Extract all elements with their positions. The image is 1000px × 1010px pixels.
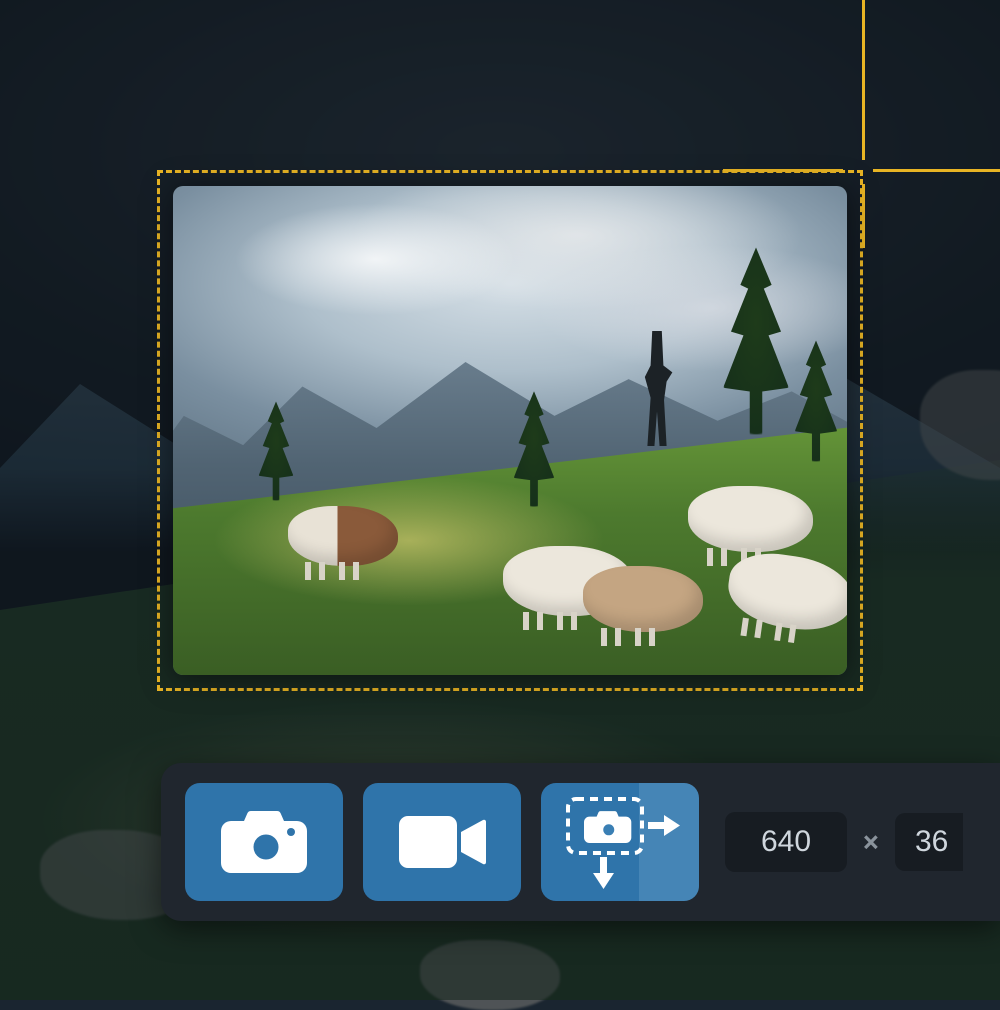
camera-selection-export-icon bbox=[550, 787, 690, 897]
crosshair-vertical-line bbox=[862, 0, 865, 160]
crosshair-horizontal-line bbox=[873, 169, 1000, 172]
height-input[interactable] bbox=[895, 813, 963, 871]
capture-selection-export-button[interactable] bbox=[541, 783, 699, 901]
capture-toolbar: × bbox=[161, 763, 1000, 921]
selection-preview bbox=[173, 186, 847, 675]
record-video-button[interactable] bbox=[363, 783, 521, 901]
width-input[interactable] bbox=[725, 812, 847, 872]
video-icon bbox=[397, 812, 487, 872]
camera-icon bbox=[221, 809, 307, 875]
dimensions-group: × bbox=[725, 812, 963, 872]
dimension-separator: × bbox=[863, 825, 879, 860]
screenshot-button[interactable] bbox=[185, 783, 343, 901]
